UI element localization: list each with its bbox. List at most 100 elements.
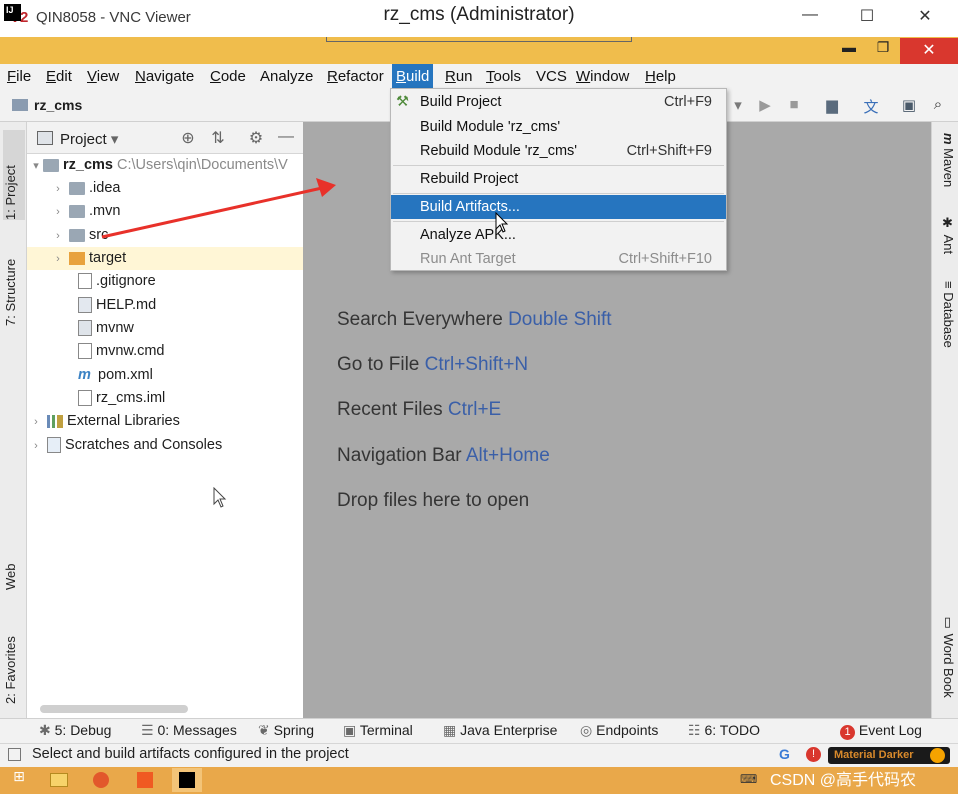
- menu-file[interactable]: File: [3, 64, 35, 90]
- menu-refactor[interactable]: Refactor: [323, 64, 388, 90]
- tree-item-mvnw-cmd[interactable]: mvnw.cmd: [27, 340, 303, 363]
- mouse-cursor-icon: [213, 487, 227, 508]
- terminal-icon: ▣: [343, 722, 357, 738]
- hammer-icon: ⚒: [396, 94, 409, 110]
- menu-help[interactable]: Help: [641, 64, 680, 90]
- tool-spring[interactable]: ❦ Spring: [258, 722, 314, 739]
- tool-messages[interactable]: ☰ 0: Messages: [141, 722, 237, 739]
- tree-item-gitignore[interactable]: .gitignore: [27, 270, 303, 293]
- java-enterprise-icon: ▦: [443, 722, 457, 738]
- theme-toggle-knob[interactable]: [930, 748, 945, 763]
- menu-code[interactable]: Code: [206, 64, 250, 90]
- status-toggle-icon[interactable]: [8, 748, 21, 761]
- menu-window[interactable]: Window: [572, 64, 633, 90]
- tree-item-mvnw[interactable]: mvnw: [27, 317, 303, 340]
- menu-view[interactable]: View: [83, 64, 123, 90]
- alert-icon[interactable]: !: [806, 747, 821, 762]
- menu-navigate[interactable]: Navigate: [131, 64, 198, 90]
- tab-database[interactable]: ≡ Database: [934, 281, 956, 361]
- tree-item-external-libraries[interactable]: › External Libraries: [27, 410, 303, 433]
- menu-edit[interactable]: Edit: [42, 64, 76, 90]
- tree-item-rz-cms-iml[interactable]: rz_cms.iml: [27, 387, 303, 410]
- menu-item-analyze-apk[interactable]: Analyze APK...: [391, 223, 726, 247]
- intellij-taskbar-icon[interactable]: [172, 768, 202, 792]
- menu-item-rebuild-module[interactable]: Rebuild Module 'rz_cms' Ctrl+Shift+F9: [391, 139, 726, 163]
- menu-separator: [393, 165, 724, 166]
- hint-navigation-bar: Navigation Bar Alt+Home: [337, 445, 550, 466]
- project-view-selector[interactable]: Project ▾: [60, 130, 118, 148]
- menu-item-build-module[interactable]: Build Module 'rz_cms': [391, 115, 726, 139]
- tab-maven[interactable]: m Maven: [934, 133, 956, 203]
- keyboard-icon[interactable]: ⌨: [740, 772, 757, 786]
- tree-item-pom-xml[interactable]: m pom.xml: [27, 364, 303, 387]
- project-structure-icon[interactable]: ▆: [822, 96, 842, 116]
- menu-item-build-artifacts[interactable]: Build Artifacts...: [391, 195, 726, 219]
- windows-start-icon[interactable]: ⊞: [4, 768, 34, 792]
- stop-icon[interactable]: ■: [784, 96, 804, 116]
- file-icon: [78, 273, 92, 290]
- tree-item-target[interactable]: › target: [27, 247, 303, 270]
- hint-search-everywhere: Search Everywhere Double Shift: [337, 309, 612, 330]
- menu-analyze[interactable]: Analyze: [256, 64, 317, 90]
- mouse-cursor-icon: [495, 212, 509, 233]
- locate-file-icon[interactable]: ⊕: [178, 128, 198, 148]
- menu-item-rebuild-project[interactable]: Rebuild Project: [391, 167, 726, 191]
- settings-gear-icon[interactable]: ⚙: [246, 128, 266, 148]
- tool-endpoints[interactable]: ◎ Endpoints: [580, 722, 658, 739]
- app-icon[interactable]: [130, 768, 160, 792]
- script-file-icon: [78, 320, 92, 337]
- maven-icon: m: [78, 367, 91, 383]
- spring-icon: ❦: [258, 722, 270, 738]
- todo-icon: ☷: [688, 722, 701, 738]
- terminal-icon[interactable]: ▣: [899, 96, 919, 116]
- file-explorer-icon[interactable]: [44, 768, 74, 792]
- tab-favorites[interactable]: 2: Favorites: [3, 612, 25, 704]
- menu-build[interactable]: Build: [392, 64, 434, 90]
- google-icon[interactable]: G: [779, 746, 790, 762]
- error-badge-icon: 1: [840, 725, 855, 740]
- run-icon[interactable]: ▶: [755, 96, 775, 116]
- watermark: CSDN @高手代码农: [770, 772, 917, 789]
- tab-ant[interactable]: ✱ Ant: [934, 216, 956, 266]
- ide-minimize-button[interactable]: ▬: [834, 39, 864, 61]
- arrow-shaft: [101, 186, 323, 239]
- tab-word-book[interactable]: ▯ Word Book: [934, 615, 956, 705]
- tree-item-scratches[interactable]: › Scratches and Consoles: [27, 434, 303, 457]
- hide-pane-icon[interactable]: —: [276, 128, 296, 148]
- tool-debug[interactable]: ✱ 5: Debug: [39, 722, 111, 739]
- menu-item-run-ant-target[interactable]: Run Ant Target Ctrl+Shift+F10: [391, 247, 726, 271]
- ide-close-button[interactable]: ✕: [900, 38, 958, 64]
- file-icon: [78, 343, 92, 360]
- messages-icon: ☰: [141, 722, 154, 738]
- menu-vcs[interactable]: VCS: [532, 64, 571, 90]
- tab-project[interactable]: 1: Project: [3, 130, 25, 220]
- excluded-folder-icon: [69, 251, 86, 265]
- firefox-icon[interactable]: [86, 768, 116, 792]
- menu-run[interactable]: Run: [441, 64, 477, 90]
- tab-structure[interactable]: 7: Structure: [3, 232, 25, 326]
- tree-item-help-md[interactable]: HELP.md: [27, 294, 303, 317]
- tool-java-enterprise[interactable]: ▦ Java Enterprise: [443, 722, 557, 739]
- collapse-all-icon[interactable]: ⇅: [208, 128, 228, 148]
- vnc-toolbar-handle[interactable]: [326, 37, 632, 42]
- hint-drop-files: Drop files here to open: [337, 490, 530, 511]
- tool-event-log[interactable]: 1 Event Log: [840, 722, 922, 740]
- globe-icon: ◎: [580, 722, 593, 738]
- folder-icon: [43, 158, 59, 172]
- menu-item-build-project[interactable]: ⚒ Build Project Ctrl+F9: [391, 90, 726, 114]
- tab-web[interactable]: Web: [3, 540, 25, 591]
- project-view-icon: [37, 131, 53, 145]
- status-message: Select and build artifacts configured in…: [32, 746, 349, 762]
- run-config-dropdown-icon[interactable]: ▾: [728, 96, 748, 116]
- tree-item-rz-cms-root[interactable]: ▾ rz_cms C:\Users\qin\Documents\V: [27, 154, 303, 177]
- menu-tools[interactable]: Tools: [482, 64, 525, 90]
- ide-restore-button[interactable]: ❐: [868, 39, 898, 61]
- hint-recent-files: Recent Files Ctrl+E: [337, 399, 502, 420]
- library-icon: [47, 414, 64, 428]
- horizontal-scrollbar[interactable]: [40, 705, 188, 713]
- translate-icon[interactable]: 文: [861, 96, 881, 116]
- search-icon[interactable]: ⌕: [928, 96, 948, 116]
- tool-todo[interactable]: ☷ 6: TODO: [688, 722, 760, 739]
- tool-terminal[interactable]: ▣ Terminal: [343, 722, 413, 739]
- breadcrumb-project[interactable]: rz_cms: [34, 97, 82, 113]
